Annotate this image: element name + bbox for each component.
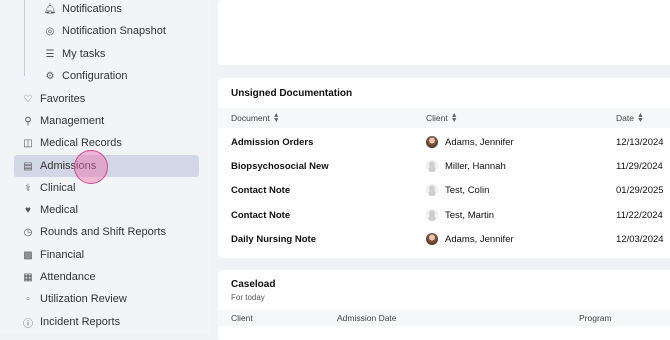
client-name: Adams, Jennifer <box>445 136 514 148</box>
click-indicator <box>74 150 108 184</box>
date-cell: 11/29/2024 <box>616 160 663 172</box>
caseload-card: Caseload For today Client Admission Date… <box>218 270 670 340</box>
client-cell: Test, Martin <box>426 203 494 227</box>
admissions-icon: ▤ <box>23 160 33 172</box>
sidebar-subitem-label: Configuration <box>62 70 128 82</box>
sidebar-subitem-my-tasks[interactable]: ☰ My tasks <box>44 45 106 63</box>
sidebar-item-label: Rounds and Shift Reports <box>40 226 166 238</box>
calendar-icon: ▦ <box>23 271 33 283</box>
client-cell: Adams, Jennifer <box>426 130 514 154</box>
column-header-label: Client <box>426 113 448 123</box>
sidebar-item-label: Medical <box>40 204 78 216</box>
avatar <box>426 184 438 196</box>
top-panel <box>218 0 670 65</box>
sidebar-subitem-label: Notifications <box>62 3 122 15</box>
sidebar-item-attendance[interactable]: ▦ Attendance <box>14 266 199 288</box>
table-row[interactable]: Daily Nursing Note Adams, Jennifer 12/03… <box>218 227 670 251</box>
sidebar: 🔔︎ Notifications ◎ Notification Snapshot… <box>0 0 210 334</box>
heart-icon: ♡ <box>23 93 33 105</box>
document-cell: Contact Note <box>231 209 291 221</box>
table-header: Document ▲ ▼ Client ▲ ▼ Date ▲ ▼ <box>218 108 670 128</box>
date-cell: 12/03/2024 <box>616 233 664 245</box>
avatar <box>426 160 438 172</box>
sidebar-item-financial[interactable]: ▩ Financial <box>14 244 199 266</box>
table-header: Client Admission Date Program <box>218 310 670 326</box>
folder-icon: ◫ <box>23 137 33 149</box>
avatar <box>426 136 438 148</box>
client-name: Adams, Jennifer <box>445 233 514 245</box>
alert-icon: ⓘ <box>23 318 33 330</box>
sidebar-item-utilization-review[interactable]: ▫ Utilization Review <box>14 288 199 310</box>
clipboard-icon: ▫ <box>26 293 30 305</box>
sort-icon: ▲ ▼ <box>636 112 644 124</box>
sidebar-item-label: Management <box>40 115 105 127</box>
column-header-date[interactable]: Date ▲ ▼ <box>616 108 644 128</box>
client-name: Miller, Hannah <box>445 160 506 172</box>
sidebar-item-rounds-and-shift-reports[interactable]: ◷ Rounds and Shift Reports <box>14 221 199 243</box>
table-row[interactable]: Biopsychosocial New Miller, Hannah 11/29… <box>218 154 670 178</box>
list-icon: ☰ <box>45 48 55 60</box>
stethoscope-icon: ⚕ <box>25 182 31 194</box>
sidebar-item-medical-records[interactable]: ◫ Medical Records <box>14 132 199 154</box>
column-header-client[interactable]: Client <box>231 310 253 326</box>
document-cell: Biopsychosocial New <box>231 160 329 172</box>
unsigned-documentation-card: Unsigned Documentation Document ▲ ▼ Clien… <box>218 78 670 258</box>
clock-icon: ◷ <box>23 226 33 238</box>
sidebar-item-clinical[interactable]: ⚕ Clinical <box>14 177 199 199</box>
sidebar-item-label: Financial <box>40 249 85 261</box>
sort-icon: ▲ ▼ <box>450 112 458 124</box>
sidebar-item-label: Medical Records <box>40 137 122 149</box>
date-cell: 01/29/2025 <box>616 184 664 196</box>
column-header-label: Document <box>231 113 270 123</box>
client-cell: Adams, Jennifer <box>426 227 514 251</box>
gear-icon: ⚙ <box>45 70 55 82</box>
sidebar-subitem-notification-snapshot[interactable]: ◎ Notification Snapshot <box>44 22 166 40</box>
column-header-client[interactable]: Client ▲ ▼ <box>426 108 458 128</box>
date-cell: 12/13/2024 <box>616 136 664 148</box>
date-cell: 11/22/2024 <box>616 209 663 221</box>
client-cell: Miller, Hannah <box>426 154 506 178</box>
column-header-program[interactable]: Program <box>579 310 612 326</box>
column-header-admission-date[interactable]: Admission Date <box>337 310 397 326</box>
sidebar-item-label: Favorites <box>40 93 86 105</box>
sidebar-item-label: Incident Reports <box>40 316 121 328</box>
column-header-document[interactable]: Document ▲ ▼ <box>231 108 280 128</box>
sidebar-item-incident-reports[interactable]: ⓘ Incident Reports <box>14 311 199 333</box>
table-row[interactable]: Contact Note Test, Colin 01/29/2025 <box>218 178 670 202</box>
sidebar-subitem-notifications[interactable]: 🔔︎ Notifications <box>44 0 122 18</box>
card-title: Unsigned Documentation <box>231 88 353 99</box>
pin-icon: ⚲ <box>24 115 32 127</box>
sort-icon: ▲ ▼ <box>272 112 280 124</box>
wallet-icon: ▩ <box>23 249 33 261</box>
sidebar-subitem-label: Notification Snapshot <box>62 25 166 37</box>
tree-line <box>24 0 25 76</box>
table-row[interactable]: Admission Orders Adams, Jennifer 12/13/2… <box>218 130 670 154</box>
sidebar-item-label: Utilization Review <box>40 293 127 305</box>
target-icon: ◎ <box>45 25 55 37</box>
client-cell: Test, Colin <box>426 178 489 202</box>
sidebar-subitem-configuration[interactable]: ⚙ Configuration <box>44 67 128 85</box>
document-cell: Admission Orders <box>231 136 314 148</box>
bell-icon: 🔔︎ <box>43 3 57 15</box>
sidebar-subitem-label: My tasks <box>62 48 106 60</box>
column-header-label: Date <box>616 113 634 123</box>
client-name: Test, Martin <box>445 209 495 221</box>
document-cell: Daily Nursing Note <box>231 233 316 245</box>
sidebar-item-medical[interactable]: ♥ Medical <box>14 199 199 221</box>
sidebar-item-label: Attendance <box>40 271 96 283</box>
sidebar-item-label: Clinical <box>40 182 76 194</box>
card-subtitle: For today <box>231 293 265 302</box>
card-title: Caseload <box>231 279 276 290</box>
sidebar-item-favorites[interactable]: ♡ Favorites <box>14 88 199 110</box>
heart-pulse-icon: ♥ <box>25 204 31 216</box>
client-name: Test, Colin <box>445 184 490 196</box>
avatar <box>426 233 438 245</box>
table-row[interactable]: Contact Note Test, Martin 11/22/2024 <box>218 203 670 227</box>
sidebar-item-management[interactable]: ⚲ Management <box>14 110 199 132</box>
avatar <box>426 209 438 221</box>
document-cell: Contact Note <box>231 184 291 196</box>
